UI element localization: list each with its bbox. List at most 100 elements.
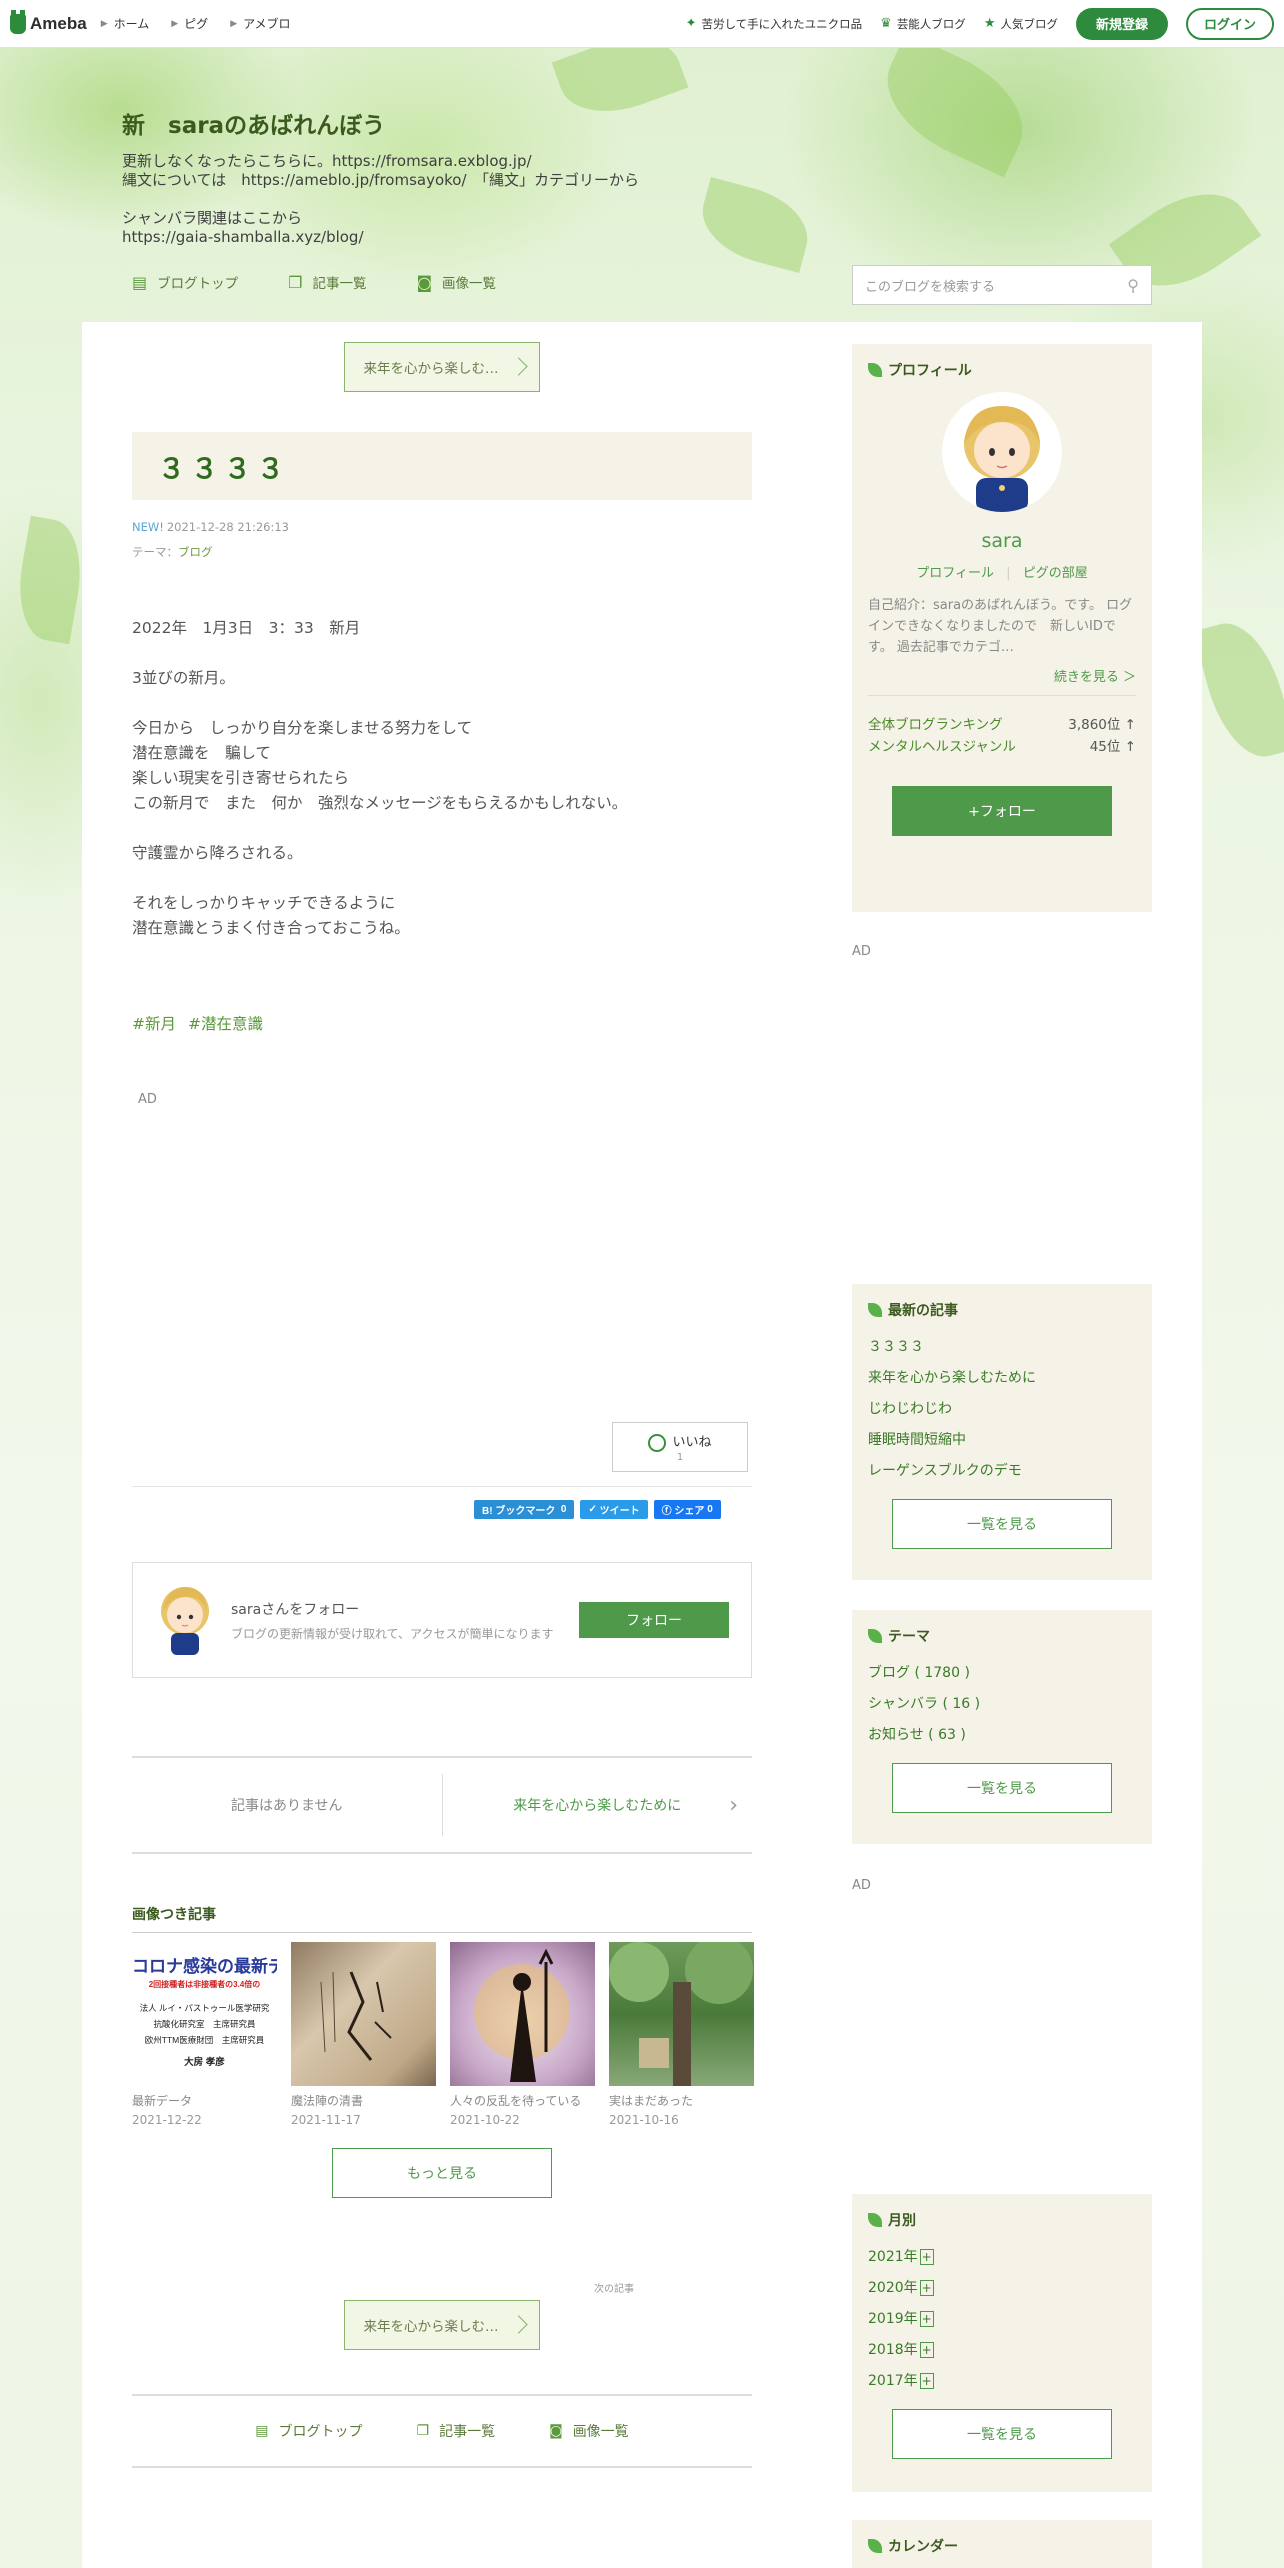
profile-name[interactable]: sara [868, 530, 1136, 552]
month-link[interactable]: 2017年 + [868, 2366, 1136, 2397]
image-entry-caption: 人々の反乱を待っている [450, 2094, 582, 2108]
follow-button[interactable]: フォロー [579, 1602, 729, 1638]
image-entries-heading: 画像つき記事 [132, 1904, 752, 1933]
popular-blog-link[interactable]: ★ 人気ブログ [984, 16, 1058, 32]
login-button[interactable]: ログイン [1185, 7, 1274, 40]
profile-avatar[interactable] [942, 392, 1062, 512]
recent-entry-link[interactable]: 睡眠時間短縮中 [868, 1425, 1136, 1456]
hashtag-link[interactable]: #潜在意識 [188, 1012, 263, 1034]
hashtag-link[interactable]: #新月 [132, 1012, 176, 1034]
entry-title[interactable]: ３３３３ [132, 432, 752, 500]
leaf-icon [868, 1303, 882, 1317]
image-entry-date: 2021-12-22 [132, 2113, 202, 2127]
month-link[interactable]: 2020年 + [868, 2273, 1136, 2304]
follow-box: saraさんをフォロー ブログの更新情報が受け取れて、アクセスが簡単になります … [132, 1562, 752, 1678]
twitter-icon: ✓ [588, 1504, 597, 1515]
chevron-right-icon: ▶ [171, 18, 179, 29]
image-entry[interactable]: 魔法陣の清書 2021-11-17 [291, 1942, 436, 2127]
register-button[interactable]: 新規登録 [1075, 7, 1168, 40]
profile-more-link[interactable]: 続きを見る ＞ [868, 666, 1136, 696]
month-link[interactable]: 2021年 + [868, 2242, 1136, 2273]
ranking-row[interactable]: メンタルヘルスジャンル 45位 ↑ [868, 736, 1136, 758]
blog-top-link[interactable]: ▤ ブログトップ [255, 2421, 362, 2441]
recent-entry-link[interactable]: じわじわじわ [868, 1394, 1136, 1425]
recent-entry-link[interactable]: レーゲンスブルクのデモ [868, 1456, 1136, 1487]
pigg-room-link[interactable]: ピグの部屋 [1023, 566, 1088, 581]
image-list-link[interactable]: ◙ 画像一覧 [549, 2421, 629, 2441]
like-button[interactable]: いいね 1 [612, 1422, 748, 1472]
monthly-more-button[interactable]: 一覧を見る [892, 2409, 1112, 2459]
blog-title[interactable]: 新 saraのあばれんぼう [122, 106, 639, 140]
next-entry-label: 次の記事 [594, 2284, 634, 2295]
ranking-list: 全体ブログランキング 3,860位 ↑ メンタルヘルスジャンル 45位 ↑ [868, 714, 1136, 758]
nav-pigg[interactable]: ▶ ピグ [171, 15, 208, 32]
ameba-logo[interactable]: Ameba [10, 9, 87, 34]
image-entry-caption: 魔法陣の清書 [291, 2094, 364, 2108]
more-images-button[interactable]: もっと見る [332, 2148, 552, 2198]
copy-icon: ❐ [416, 2423, 430, 2439]
expand-icon[interactable]: + [919, 2311, 934, 2327]
month-link[interactable]: 2019年 + [868, 2304, 1136, 2335]
divider [132, 1486, 752, 1487]
profile-link[interactable]: プロフィール [916, 566, 994, 581]
celebrity-blog-link[interactable]: ♛ 芸能人ブログ [880, 16, 966, 32]
monthly-widget: 月別 2021年 + 2020年 + 2019年 + 2018年 + 2017年 + 一覧… [852, 2194, 1152, 2492]
crown-icon: ♛ [880, 16, 892, 31]
recent-entry-link[interactable]: 来年を心から楽しむために [868, 1363, 1136, 1394]
profile-heading: プロフィール [868, 360, 1136, 380]
theme-link[interactable]: ブログ [178, 545, 213, 559]
nav-ameblo[interactable]: ▶ アメブロ [230, 15, 290, 32]
copy-icon: ❐ [288, 272, 303, 292]
blog-description: 更新しなくなったらこちらに。https://fromsara.exblog.jp… [122, 152, 640, 246]
image-entry[interactable]: 実はまだあった 2021-10-16 [609, 1942, 754, 2127]
hatena-bookmark-button[interactable]: B! ブックマーク 0 [474, 1500, 575, 1519]
global-header: Ameba ▶ ホーム ▶ ピグ ▶ アメブロ ✦ 苦労して手に入れたユニクロ品 ♛ 芸能… [0, 0, 1284, 48]
image-entry-date: 2021-11-17 [291, 2113, 361, 2127]
image-entry[interactable]: コロナ感染の最新デ 2回接種者は非接種者の3.4倍の 法人 ルイ・パストゥール医… [132, 1942, 277, 2127]
image-list-link[interactable]: ◙ 画像一覧 [416, 272, 496, 293]
next-entry-link[interactable]: 来年を心から楽しむために › [443, 1758, 753, 1852]
leaf-icon [868, 2539, 882, 2553]
ranking-row[interactable]: 全体ブログランキング 3,860位 ↑ [868, 714, 1136, 736]
document-icon: ▤ [132, 272, 148, 292]
search-icon[interactable]: ⚲ [1127, 276, 1139, 295]
entry-date: NEW! 2021-12-28 21:26:13 [132, 520, 289, 534]
expand-icon[interactable]: + [919, 2280, 934, 2296]
blog-header: 新 saraのあばれんぼう 更新しなくなったらこちらに。https://from… [122, 106, 639, 247]
blog-search-input[interactable]: このブログを検索する ⚲ [852, 265, 1152, 305]
avatar[interactable] [155, 1581, 215, 1659]
share-buttons: B! ブックマーク 0 ✓ ツイート ⓕ シェア 0 [474, 1500, 721, 1519]
theme-link[interactable]: シャンバラ ( 16 ) [868, 1689, 1136, 1720]
like-count: 1 [676, 1451, 684, 1463]
sparkle-icon: ✦ [685, 16, 697, 31]
entry-list-link[interactable]: ❐ 記事一覧 [417, 2421, 496, 2441]
new-badge: NEW! [132, 520, 164, 534]
profile-intro: 自己紹介：saraのあばれんぼう。です。 ログインできなくなりましたので 新しい… [868, 598, 1133, 655]
nav-home[interactable]: ▶ ホーム [101, 15, 150, 32]
tweet-button[interactable]: ✓ ツイート [580, 1500, 648, 1519]
next-entry-button-bottom[interactable]: 来年を心から楽しむ… [344, 2300, 540, 2350]
expand-icon[interactable]: + [919, 2342, 934, 2358]
image-entry[interactable]: 人々の反乱を待っている 2021-10-22 [450, 1942, 595, 2127]
facebook-share-button[interactable]: ⓕ シェア 0 [653, 1500, 721, 1519]
featured-link[interactable]: ✦ 苦労して手に入れたユニクロ品 [686, 16, 863, 32]
bottom-blog-nav: ▤ ブログトップ ❐ 記事一覧 ◙ 画像一覧 [132, 2394, 752, 2468]
theme-link[interactable]: ブログ ( 1780 ) [868, 1658, 1136, 1689]
recent-entry-link[interactable]: ３３３３ [868, 1332, 1136, 1363]
blog-top-link[interactable]: ▤ ブログトップ [132, 272, 238, 293]
entry-list-link[interactable]: ❐ 記事一覧 [288, 272, 366, 293]
sidebar: プロフィール sara プロフィール | ピグの部屋 自己紹介：saraのあばれ… [852, 344, 1152, 2568]
theme-link[interactable]: お知らせ ( 63 ) [868, 1720, 1136, 1751]
image-entry-date: 2021-10-16 [609, 2113, 679, 2127]
next-entry-button-top[interactable]: 来年を心から楽しむ… [344, 342, 540, 392]
ad-label: AD [852, 944, 871, 959]
calendar-widget: カレンダー [852, 2520, 1152, 2568]
month-link[interactable]: 2018年 + [868, 2335, 1136, 2366]
recent-more-button[interactable]: 一覧を見る [892, 1499, 1112, 1549]
profile-follow-button[interactable]: +フォロー [892, 786, 1112, 836]
theme-more-button[interactable]: 一覧を見る [892, 1763, 1112, 1813]
expand-icon[interactable]: + [919, 2373, 934, 2389]
recent-entries-list: ３３３３ 来年を心から楽しむために じわじわじわ 睡眠時間短縮中 レーゲンスブル… [868, 1332, 1136, 1487]
thumbnail-image [609, 1942, 754, 2086]
expand-icon[interactable]: + [919, 2249, 934, 2265]
